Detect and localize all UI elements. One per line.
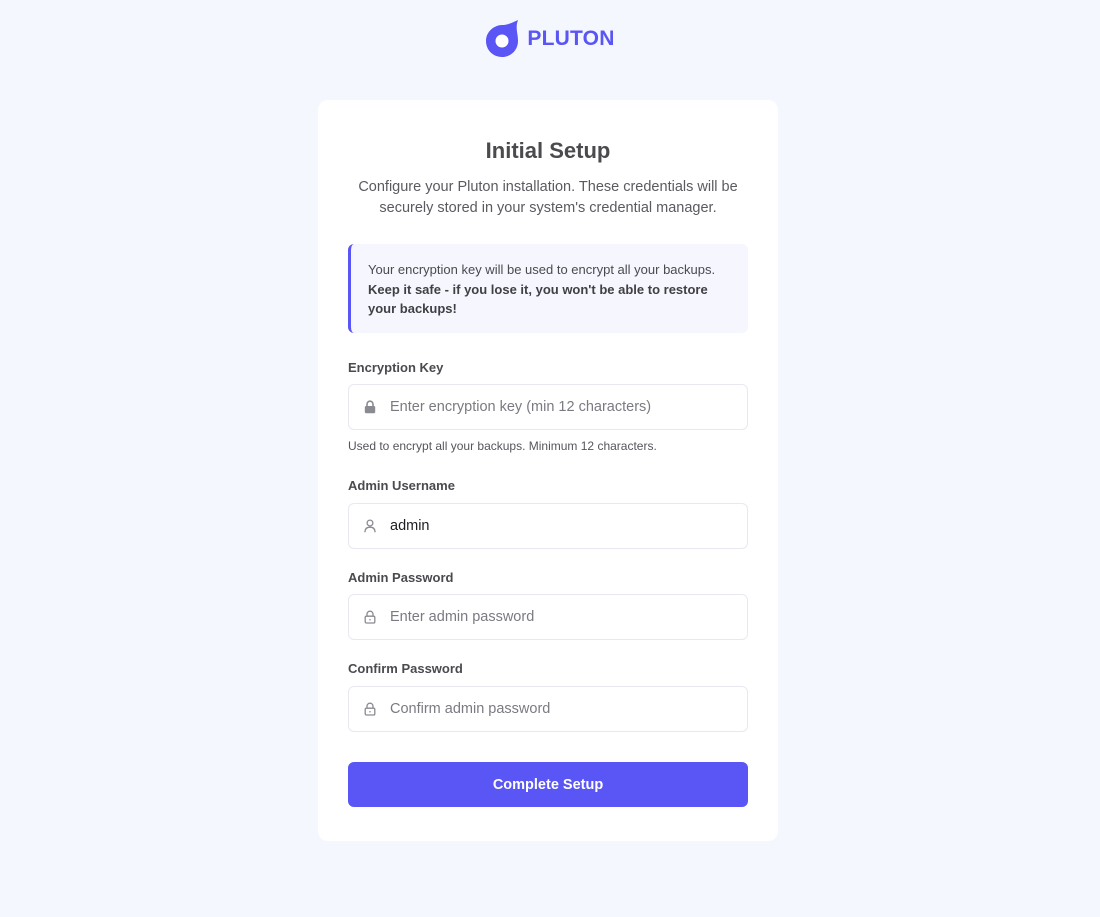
lock-icon: [363, 400, 377, 414]
complete-setup-button[interactable]: Complete Setup: [348, 762, 748, 807]
pluton-logo-icon: [486, 20, 519, 57]
setup-card: Initial Setup Configure your Pluton inst…: [318, 100, 778, 841]
password-box[interactable]: [348, 594, 748, 640]
notice-text: Your encryption key will be used to encr…: [368, 262, 716, 277]
password-group: Admin Password: [348, 570, 748, 640]
username-input[interactable]: [390, 518, 720, 534]
username-group: Admin Username: [348, 478, 748, 549]
brand-header: PLUTON: [0, 19, 1100, 59]
confirm-password-label: Confirm Password: [348, 661, 463, 676]
encryption-key-input[interactable]: [390, 399, 720, 415]
confirm-password-input[interactable]: [390, 701, 720, 717]
notice-emphasis: Keep it safe - if you lose it, you won't…: [368, 281, 708, 317]
brand-name: PLUTON: [527, 27, 615, 50]
username-box[interactable]: [348, 503, 748, 549]
encryption-notice: Your encryption key will be used to encr…: [348, 244, 748, 333]
password-input[interactable]: [390, 609, 720, 625]
encryption-key-group: Encryption Key Used to encrypt all your …: [348, 360, 748, 454]
page-title: Initial Setup: [485, 138, 611, 163]
user-icon: [363, 519, 377, 533]
encryption-key-box[interactable]: [348, 384, 748, 430]
encryption-key-hint: Used to encrypt all your backups. Minimu…: [348, 439, 657, 453]
lock-outline-icon: [363, 610, 377, 624]
encryption-key-label: Encryption Key: [348, 360, 444, 375]
page-subtitle: Configure your Pluton installation. Thes…: [358, 179, 738, 216]
confirm-password-box[interactable]: [348, 686, 748, 732]
password-label: Admin Password: [348, 570, 454, 585]
confirm-password-group: Confirm Password: [348, 661, 748, 732]
username-label: Admin Username: [348, 478, 455, 493]
lock-outline-icon: [363, 702, 377, 716]
